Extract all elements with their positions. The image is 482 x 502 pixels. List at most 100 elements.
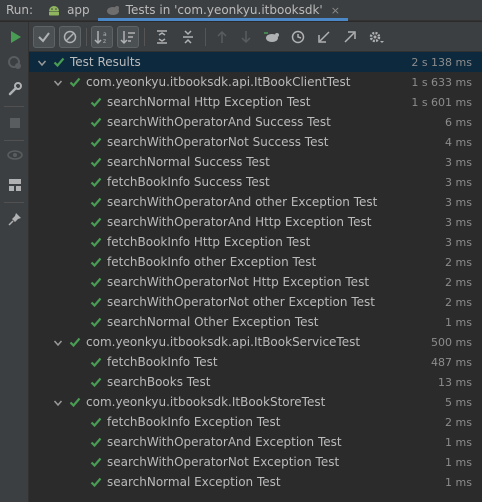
run-label: Run: <box>6 3 34 17</box>
tree-test[interactable]: searchWithOperatorAnd Success Test 6 ms <box>29 112 482 132</box>
tree-test-name: searchWithOperatorAnd Exception Test <box>107 435 342 449</box>
tree-test[interactable]: fetchBookInfo other Exception Test 2 ms <box>29 252 482 272</box>
tab-app-label: app <box>67 3 90 17</box>
tree-test-name: fetchBookInfo other Exception Test <box>107 255 317 269</box>
open-icon[interactable] <box>339 26 361 48</box>
tree-test-duration: 2 ms <box>445 275 472 289</box>
tree-test-name: searchWithOperatorNot other Exception Te… <box>107 295 375 309</box>
tree-test[interactable]: fetchBookInfo Exception Test 2 ms <box>29 412 482 432</box>
tree-test[interactable]: searchWithOperatorNot Exception Test 1 ms <box>29 452 482 472</box>
wrench-icon[interactable] <box>6 80 24 98</box>
tree-suite[interactable]: com.yeonkyu.itbooksdk.api.ItBookClientTe… <box>29 72 482 92</box>
passed-check-icon <box>90 176 102 188</box>
separator <box>86 28 87 46</box>
tree-test-name: fetchBookInfo Http Exception Test <box>107 235 311 249</box>
sort-alpha-icon[interactable]: az <box>91 26 113 48</box>
tree-test-name: searchBooks Test <box>107 375 211 389</box>
tree-suite-name: com.yeonkyu.itbooksdk.ItBookStoreTest <box>86 395 326 409</box>
tree-test-duration: 3 ms <box>445 155 472 169</box>
tree-suite[interactable]: com.yeonkyu.itbooksdk.api.ItBookServiceT… <box>29 332 482 352</box>
rerun-icon[interactable] <box>6 28 24 46</box>
settings-icon[interactable] <box>365 26 387 48</box>
show-ignored-icon[interactable] <box>59 26 81 48</box>
expand-all-icon[interactable] <box>151 26 173 48</box>
tree-test[interactable]: searchWithOperatorAnd Exception Test 1 ms <box>29 432 482 452</box>
rerun-failed-icon[interactable] <box>6 54 24 72</box>
tree-suite-duration: 500 ms <box>431 335 472 349</box>
tree-test-name: searchNormal Other Exception Test <box>107 315 319 329</box>
passed-check-icon <box>90 96 102 108</box>
sort-duration-icon[interactable] <box>117 26 139 48</box>
passed-check-icon <box>69 396 81 408</box>
tree-test-name: fetchBookInfo Exception Test <box>107 415 281 429</box>
tree-test-duration: 4 ms <box>445 135 472 149</box>
tab-tests[interactable]: Tests in 'com.yeonkyu.itbooksdk' × <box>97 0 349 21</box>
chevron-down-icon[interactable] <box>37 57 47 67</box>
stop-icon[interactable] <box>6 114 24 132</box>
tree-suite-duration: 5 ms <box>445 395 472 409</box>
tree-test-name: fetchBookInfo Success Test <box>107 175 270 189</box>
tree-test[interactable]: searchNormal Success Test 3 ms <box>29 152 482 172</box>
separator <box>4 202 24 203</box>
tree-test-duration: 487 ms <box>431 355 472 369</box>
prev-failed-icon[interactable] <box>211 26 233 48</box>
tree-test[interactable]: searchNormal Exception Test 1 ms <box>29 472 482 492</box>
passed-check-icon <box>90 416 102 428</box>
export-icon[interactable] <box>313 26 335 48</box>
tree-test[interactable]: searchWithOperatorAnd Http Exception Tes… <box>29 212 482 232</box>
pin-icon[interactable] <box>6 210 24 228</box>
tree-root[interactable]: Test Results 2 s 138 ms <box>29 52 482 72</box>
history-icon[interactable] <box>287 26 309 48</box>
tree-test-duration: 1 ms <box>445 315 472 329</box>
test-toolbar: az <box>29 22 482 52</box>
chevron-down-icon[interactable] <box>53 77 63 87</box>
tree-test[interactable]: searchBooks Test 13 ms <box>29 372 482 392</box>
tree-test[interactable]: searchNormal Other Exception Test 1 ms <box>29 312 482 332</box>
tree-test-duration: 1 s 601 ms <box>411 95 472 109</box>
tree-test-name: searchNormal Success Test <box>107 155 270 169</box>
next-failed-icon[interactable] <box>235 26 257 48</box>
tree-test-duration: 2 ms <box>445 295 472 309</box>
tree-test[interactable]: fetchBookInfo Http Exception Test 3 ms <box>29 232 482 252</box>
chevron-down-icon[interactable] <box>53 397 63 407</box>
passed-check-icon <box>90 476 102 488</box>
tree-test-name: fetchBookInfo Test <box>107 355 218 369</box>
passed-check-icon <box>90 116 102 128</box>
import-tests-icon[interactable] <box>261 26 283 48</box>
tree-test-duration: 1 ms <box>445 475 472 489</box>
tree-test[interactable]: fetchBookInfo Success Test 3 ms <box>29 172 482 192</box>
test-results-tree[interactable]: Test Results 2 s 138 ms com.yeonkyu.itbook… <box>29 52 482 502</box>
tree-root-name: Test Results <box>70 55 141 69</box>
passed-check-icon <box>90 196 102 208</box>
collapse-all-icon[interactable] <box>177 26 199 48</box>
chevron-down-icon[interactable] <box>53 337 63 347</box>
tree-test-name: searchWithOperatorAnd other Exception Te… <box>107 195 378 209</box>
tree-test-duration: 13 ms <box>438 375 472 389</box>
passed-check-icon <box>90 156 102 168</box>
close-icon[interactable]: × <box>331 4 340 17</box>
show-passed-icon[interactable] <box>33 26 55 48</box>
tree-test[interactable]: searchWithOperatorNot Http Exception Tes… <box>29 272 482 292</box>
tree-suite[interactable]: com.yeonkyu.itbooksdk.ItBookStoreTest 5 m… <box>29 392 482 412</box>
tree-suite-name: com.yeonkyu.itbooksdk.api.ItBookServiceT… <box>86 335 361 349</box>
passed-check-icon <box>90 276 102 288</box>
tree-test-duration: 2 ms <box>445 415 472 429</box>
passed-check-icon <box>90 136 102 148</box>
test-icon <box>106 3 120 17</box>
tree-test[interactable]: searchWithOperatorAnd other Exception Te… <box>29 192 482 212</box>
tree-test-name: searchWithOperatorAnd Http Exception Tes… <box>107 215 372 229</box>
separator <box>4 106 24 107</box>
tree-test[interactable]: searchNormal Http Exception Test 1 s 601 … <box>29 92 482 112</box>
eye-icon[interactable] <box>6 146 24 164</box>
layout-icon[interactable] <box>6 176 24 194</box>
separator <box>205 28 206 46</box>
tree-test-duration: 2 ms <box>445 255 472 269</box>
tree-test[interactable]: fetchBookInfo Test 487 ms <box>29 352 482 372</box>
passed-check-icon <box>90 376 102 388</box>
tree-test[interactable]: searchWithOperatorNot Success Test 4 ms <box>29 132 482 152</box>
tree-test[interactable]: searchWithOperatorNot other Exception Te… <box>29 292 482 312</box>
passed-check-icon <box>90 316 102 328</box>
tab-app[interactable]: app <box>39 0 98 20</box>
tree-test-name: searchNormal Http Exception Test <box>107 95 311 109</box>
passed-check-icon <box>90 456 102 468</box>
